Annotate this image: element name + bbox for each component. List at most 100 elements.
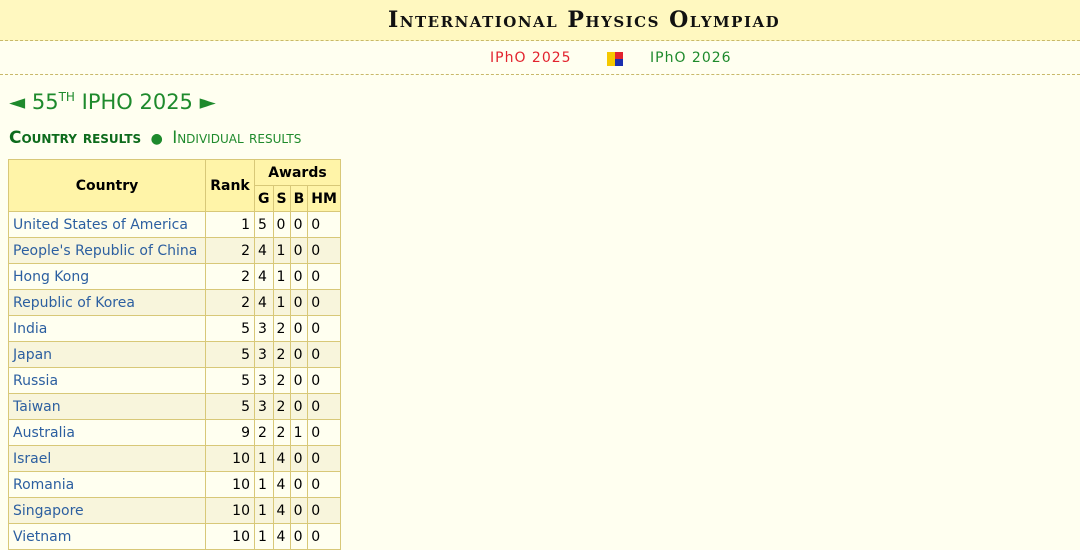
results-nav: Country results ● Individual results: [9, 128, 301, 148]
gold-count-cell: 1: [254, 471, 274, 498]
country-link[interactable]: Republic of Korea: [8, 289, 206, 316]
gold-count-cell: 4: [254, 289, 274, 316]
rank-cell: 10: [205, 523, 255, 550]
honorable-mention-count-cell: 0: [307, 471, 341, 498]
country-link[interactable]: Singapore: [8, 497, 206, 524]
bronze-count-cell: 0: [289, 263, 309, 290]
table-row: People's Republic of China 2 4 1 0 0: [8, 237, 341, 264]
silver-count-cell: 2: [272, 393, 291, 420]
silver-count-cell: 4: [272, 497, 291, 524]
honorable-mention-count-cell: 0: [307, 497, 341, 524]
table-row: Israel 10 1 4 0 0: [8, 445, 341, 472]
nav-link-ipho-2026[interactable]: IPhO 2026: [650, 50, 732, 66]
rank-cell: 2: [205, 237, 255, 264]
bronze-count-cell: 0: [289, 315, 309, 342]
ipho-logo-icon: [607, 52, 623, 66]
honorable-mention-count-cell: 0: [307, 211, 341, 238]
silver-count-cell: 1: [272, 237, 291, 264]
gold-count-cell: 3: [254, 315, 274, 342]
column-header-gold: G: [254, 185, 274, 212]
rank-cell: 10: [205, 445, 255, 472]
table-row: Japan 5 3 2 0 0: [8, 341, 341, 368]
table-row: Australia 9 2 2 1 0: [8, 419, 341, 446]
silver-count-cell: 2: [272, 419, 291, 446]
gold-count-cell: 1: [254, 497, 274, 524]
silver-count-cell: 2: [272, 315, 291, 342]
country-link[interactable]: Israel: [8, 445, 206, 472]
honorable-mention-count-cell: 0: [307, 341, 341, 368]
column-header-awards: Awards: [254, 159, 341, 186]
table-row: Singapore 10 1 4 0 0: [8, 497, 341, 524]
table-row: Romania 10 1 4 0 0: [8, 471, 341, 498]
bronze-count-cell: 0: [289, 211, 309, 238]
rank-cell: 9: [205, 419, 255, 446]
country-link[interactable]: Australia: [8, 419, 206, 446]
separator-dot-icon: ●: [150, 131, 163, 147]
honorable-mention-count-cell: 0: [307, 445, 341, 472]
honorable-mention-count-cell: 0: [307, 289, 341, 316]
silver-count-cell: 2: [272, 367, 291, 394]
column-header-honorable-mention: HM: [307, 185, 341, 212]
country-link[interactable]: Romania: [8, 471, 206, 498]
table-row: United States of America 1 5 0 0 0: [8, 211, 341, 238]
column-header-country: Country: [8, 159, 206, 212]
honorable-mention-count-cell: 0: [307, 523, 341, 550]
silver-count-cell: 2: [272, 341, 291, 368]
edition-number: 55: [31, 90, 59, 114]
gold-count-cell: 1: [254, 445, 274, 472]
gold-count-cell: 4: [254, 263, 274, 290]
site-title[interactable]: International Physics Olympiad: [388, 7, 780, 33]
edition-heading: ◄ 55TH IPHO 2025 ►: [9, 90, 216, 114]
country-link[interactable]: Taiwan: [8, 393, 206, 420]
country-link[interactable]: People's Republic of China: [8, 237, 206, 264]
column-header-bronze: B: [289, 185, 309, 212]
country-link[interactable]: Vietnam: [8, 523, 206, 550]
bronze-count-cell: 1: [289, 419, 309, 446]
bronze-count-cell: 0: [289, 497, 309, 524]
gold-count-cell: 3: [254, 341, 274, 368]
table-row: Vietnam 10 1 4 0 0: [8, 523, 341, 550]
bronze-count-cell: 0: [289, 289, 309, 316]
honorable-mention-count-cell: 0: [307, 315, 341, 342]
bronze-count-cell: 0: [289, 471, 309, 498]
bronze-count-cell: 0: [289, 523, 309, 550]
site-header: International Physics Olympiad: [0, 0, 1080, 41]
edition-subnav: IPhO 2025 IPhO 2026: [0, 41, 1080, 75]
silver-count-cell: 4: [272, 471, 291, 498]
honorable-mention-count-cell: 0: [307, 237, 341, 264]
individual-results-tab[interactable]: Individual results: [172, 128, 301, 148]
country-link[interactable]: United States of America: [8, 211, 206, 238]
table-row: Republic of Korea 2 4 1 0 0: [8, 289, 341, 316]
bronze-count-cell: 0: [289, 341, 309, 368]
country-link[interactable]: Russia: [8, 367, 206, 394]
country-link[interactable]: Japan: [8, 341, 206, 368]
table-row: India 5 3 2 0 0: [8, 315, 341, 342]
gold-count-cell: 5: [254, 211, 274, 238]
gold-count-cell: 1: [254, 523, 274, 550]
rank-cell: 5: [205, 367, 255, 394]
silver-count-cell: 1: [272, 289, 291, 316]
rank-cell: 2: [205, 263, 255, 290]
table-row: Hong Kong 2 4 1 0 0: [8, 263, 341, 290]
table-row: Russia 5 3 2 0 0: [8, 367, 341, 394]
honorable-mention-count-cell: 0: [307, 393, 341, 420]
country-link[interactable]: Hong Kong: [8, 263, 206, 290]
gold-count-cell: 3: [254, 367, 274, 394]
prev-edition-arrow-icon[interactable]: ◄: [9, 90, 25, 114]
edition-suffix: TH: [58, 90, 75, 104]
country-results-tab[interactable]: Country results: [9, 128, 141, 148]
column-header-rank: Rank: [205, 159, 255, 212]
honorable-mention-count-cell: 0: [307, 419, 341, 446]
gold-count-cell: 2: [254, 419, 274, 446]
silver-count-cell: 4: [272, 445, 291, 472]
nav-link-ipho-2025[interactable]: IPhO 2025: [490, 50, 572, 66]
table-row: Taiwan 5 3 2 0 0: [8, 393, 341, 420]
rank-cell: 2: [205, 289, 255, 316]
next-edition-arrow-icon[interactable]: ►: [200, 90, 216, 114]
country-link[interactable]: India: [8, 315, 206, 342]
rank-cell: 5: [205, 341, 255, 368]
bronze-count-cell: 0: [289, 237, 309, 264]
gold-count-cell: 3: [254, 393, 274, 420]
edition-name: IPHO 2025: [81, 90, 193, 114]
silver-count-cell: 1: [272, 263, 291, 290]
